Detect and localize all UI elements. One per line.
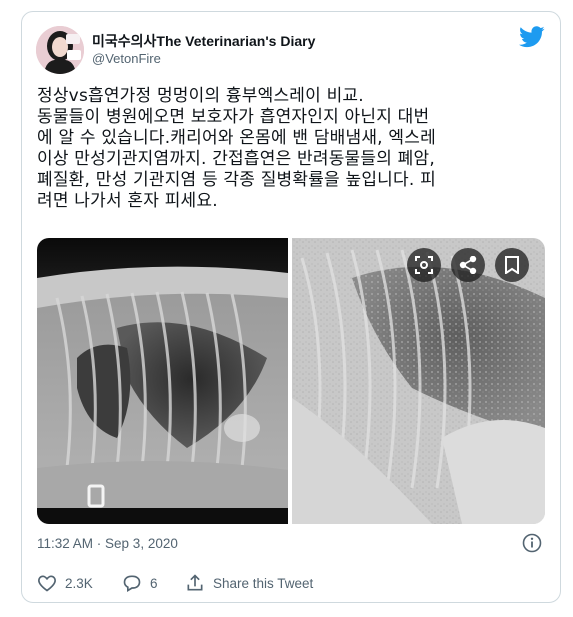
share-icon[interactable] [451, 248, 485, 282]
media-gallery [37, 238, 545, 524]
like-count: 2.3K [65, 575, 93, 591]
user-handle[interactable]: @VetonFire [92, 51, 161, 66]
tweet-timestamp[interactable]: 11:32 AM · Sep 3, 2020 [37, 536, 178, 551]
xray-image-normal[interactable] [37, 238, 288, 524]
bookmark-icon[interactable] [495, 248, 529, 282]
twitter-bird-icon[interactable] [519, 26, 545, 48]
tweet-text: 정상vs흡연가정 멍멍이의 흉부엑스레이 비교. 동물들이 병원에오면 보호자가… [37, 86, 549, 212]
tweet-text-line: 정상vs흡연가정 멍멍이의 흉부엑스레이 비교. [37, 86, 364, 106]
scan-icon[interactable] [407, 248, 441, 282]
tweet-text-line: 이상 만성기관지염까지. 간접흡연은 반려동물들의 폐암, [37, 149, 435, 169]
reply-count: 6 [150, 575, 158, 591]
avatar[interactable] [36, 26, 84, 74]
like-button[interactable]: 2.3K [37, 573, 93, 593]
info-icon[interactable] [522, 533, 542, 553]
share-tweet-button[interactable]: Share this Tweet [185, 573, 313, 593]
tweet-text-line: 에 알 수 있습니다.캐리어와 온몸에 밴 담배냄새, 엑스레 [37, 128, 436, 148]
reply-icon [123, 575, 141, 592]
upload-icon [187, 574, 203, 591]
reply-button[interactable]: 6 [122, 573, 158, 593]
tweet-card: 미국수의사The Veterinarian's Diary @VetonFire… [21, 11, 561, 603]
share-tweet-label: Share this Tweet [213, 575, 314, 591]
tweet-text-line: 동물들이 병원에오면 보호자가 흡연자인지 아닌지 대번 [37, 107, 430, 127]
tweet-text-line: 려면 나가서 혼자 피세요. [37, 191, 218, 211]
display-name[interactable]: 미국수의사The Veterinarian's Diary [92, 31, 315, 51]
heart-icon [38, 575, 56, 592]
tweet-text-line: 폐질환, 만성 기관지염 등 각종 질병확률을 높입니다. 피 [37, 170, 436, 190]
